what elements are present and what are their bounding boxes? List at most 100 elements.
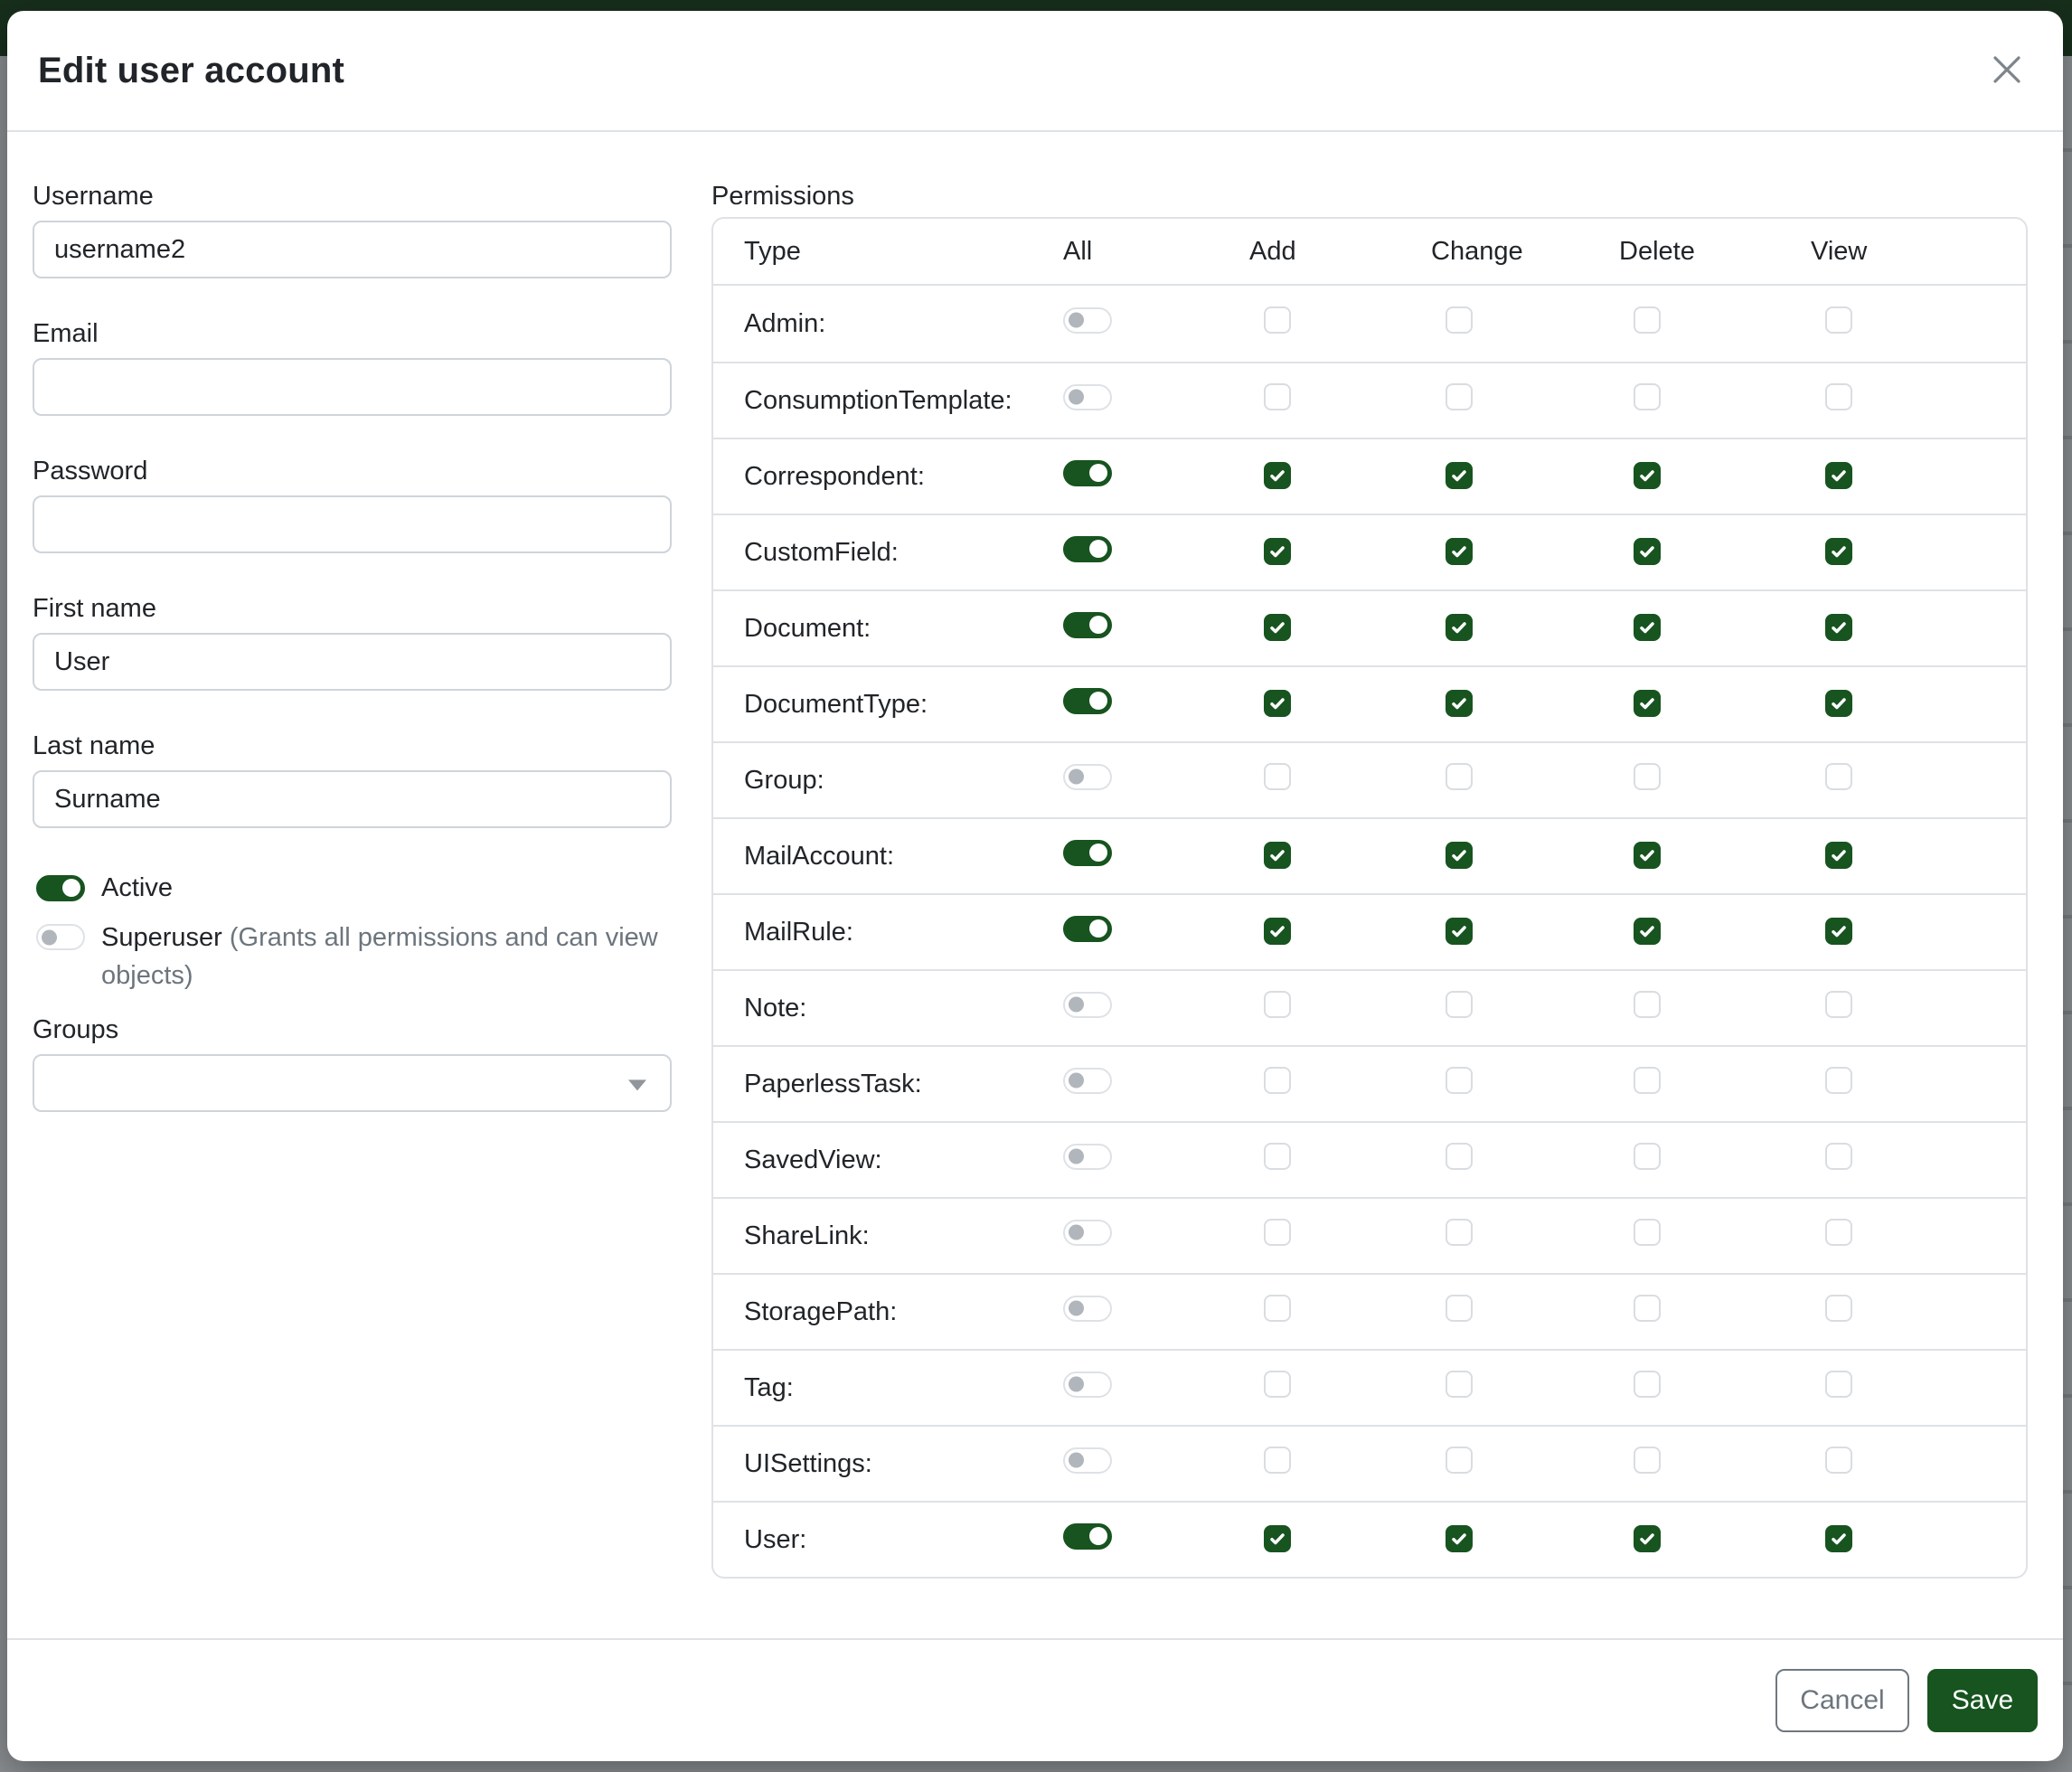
permission-all-toggle[interactable]: [1063, 1144, 1112, 1170]
permission-change-checkbox[interactable]: [1446, 1525, 1473, 1552]
permission-view-checkbox[interactable]: [1825, 1295, 1852, 1322]
permission-view-checkbox[interactable]: [1825, 1143, 1852, 1170]
permission-change-checkbox[interactable]: [1446, 763, 1473, 790]
permission-add-checkbox[interactable]: [1264, 462, 1291, 489]
col-header-change: Change: [1431, 237, 1619, 267]
permission-change-checkbox[interactable]: [1446, 538, 1473, 565]
permission-view-checkbox[interactable]: [1825, 306, 1852, 334]
permission-view-checkbox[interactable]: [1825, 842, 1852, 869]
permission-change-checkbox[interactable]: [1446, 690, 1473, 717]
save-button[interactable]: Save: [1927, 1669, 2038, 1732]
permission-delete-checkbox[interactable]: [1634, 1525, 1661, 1552]
permission-delete-checkbox[interactable]: [1634, 1371, 1661, 1398]
permission-view-checkbox[interactable]: [1825, 991, 1852, 1018]
permission-view-checkbox[interactable]: [1825, 1067, 1852, 1094]
permission-all-toggle[interactable]: [1063, 1447, 1112, 1474]
permission-add-checkbox[interactable]: [1264, 763, 1291, 790]
check-icon: [1450, 618, 1468, 636]
permission-delete-checkbox[interactable]: [1634, 918, 1661, 945]
permission-delete-checkbox[interactable]: [1634, 1143, 1661, 1170]
permission-delete-checkbox[interactable]: [1634, 842, 1661, 869]
permission-change-checkbox[interactable]: [1446, 614, 1473, 641]
permission-all-toggle[interactable]: [1063, 1068, 1112, 1094]
permission-add-checkbox[interactable]: [1264, 614, 1291, 641]
permission-change-checkbox[interactable]: [1446, 462, 1473, 489]
permission-change-checkbox[interactable]: [1446, 1295, 1473, 1322]
permission-all-toggle[interactable]: [1063, 840, 1112, 866]
email-input[interactable]: [33, 358, 672, 416]
last-name-input[interactable]: [33, 770, 672, 828]
permission-add-checkbox[interactable]: [1264, 538, 1291, 565]
permission-view-checkbox[interactable]: [1825, 690, 1852, 717]
permission-add-checkbox[interactable]: [1264, 991, 1291, 1018]
permission-delete-checkbox[interactable]: [1634, 991, 1661, 1018]
close-button[interactable]: [1985, 49, 2029, 92]
permission-view-checkbox[interactable]: [1825, 1447, 1852, 1474]
permission-delete-checkbox[interactable]: [1634, 763, 1661, 790]
permission-change-checkbox[interactable]: [1446, 1447, 1473, 1474]
permission-change-checkbox[interactable]: [1446, 1143, 1473, 1170]
permission-change-checkbox[interactable]: [1446, 383, 1473, 410]
permission-view-checkbox[interactable]: [1825, 614, 1852, 641]
permission-view-checkbox[interactable]: [1825, 538, 1852, 565]
permission-add-checkbox[interactable]: [1264, 918, 1291, 945]
permission-change-checkbox[interactable]: [1446, 1067, 1473, 1094]
password-input[interactable]: [33, 495, 672, 553]
permission-all-toggle[interactable]: [1063, 307, 1112, 334]
permission-add-checkbox[interactable]: [1264, 1447, 1291, 1474]
permission-delete-checkbox[interactable]: [1634, 614, 1661, 641]
permission-delete-checkbox[interactable]: [1634, 690, 1661, 717]
permission-add-checkbox[interactable]: [1264, 690, 1291, 717]
permission-all-toggle[interactable]: [1063, 916, 1112, 942]
permission-row: ShareLink:: [713, 1197, 2026, 1273]
permission-add-checkbox[interactable]: [1264, 1295, 1291, 1322]
permission-view-checkbox[interactable]: [1825, 1371, 1852, 1398]
permission-all-toggle[interactable]: [1063, 688, 1112, 714]
first-name-input[interactable]: [33, 633, 672, 691]
permission-delete-checkbox[interactable]: [1634, 306, 1661, 334]
permission-change-checkbox[interactable]: [1446, 306, 1473, 334]
permission-change-checkbox[interactable]: [1446, 991, 1473, 1018]
permission-all-toggle[interactable]: [1063, 992, 1112, 1018]
cancel-button[interactable]: Cancel: [1775, 1669, 1909, 1732]
permission-add-checkbox[interactable]: [1264, 1219, 1291, 1246]
permission-add-checkbox[interactable]: [1264, 842, 1291, 869]
superuser-toggle[interactable]: [36, 924, 85, 950]
permission-add-checkbox[interactable]: [1264, 1067, 1291, 1094]
permission-all-toggle[interactable]: [1063, 612, 1112, 638]
permission-all-toggle[interactable]: [1063, 764, 1112, 790]
permission-all-toggle[interactable]: [1063, 1296, 1112, 1322]
permission-all-toggle[interactable]: [1063, 1371, 1112, 1398]
permission-delete-checkbox[interactable]: [1634, 462, 1661, 489]
permission-view-checkbox[interactable]: [1825, 462, 1852, 489]
permission-view-checkbox[interactable]: [1825, 1525, 1852, 1552]
permission-view-checkbox[interactable]: [1825, 918, 1852, 945]
permission-delete-checkbox[interactable]: [1634, 1447, 1661, 1474]
permission-change-checkbox[interactable]: [1446, 842, 1473, 869]
permission-all-toggle[interactable]: [1063, 536, 1112, 562]
permission-add-checkbox[interactable]: [1264, 1525, 1291, 1552]
permission-view-checkbox[interactable]: [1825, 383, 1852, 410]
username-input[interactable]: [33, 221, 672, 278]
permission-delete-checkbox[interactable]: [1634, 383, 1661, 410]
permission-delete-checkbox[interactable]: [1634, 538, 1661, 565]
permission-all-toggle[interactable]: [1063, 1523, 1112, 1550]
permission-all-toggle[interactable]: [1063, 1220, 1112, 1246]
permission-change-checkbox[interactable]: [1446, 1219, 1473, 1246]
permission-delete-checkbox[interactable]: [1634, 1067, 1661, 1094]
permission-add-checkbox[interactable]: [1264, 306, 1291, 334]
permission-view-checkbox[interactable]: [1825, 763, 1852, 790]
active-toggle[interactable]: [36, 875, 85, 901]
permission-delete-checkbox[interactable]: [1634, 1295, 1661, 1322]
permission-change-checkbox[interactable]: [1446, 918, 1473, 945]
permission-all-toggle[interactable]: [1063, 460, 1112, 486]
permission-all-toggle[interactable]: [1063, 384, 1112, 410]
groups-select[interactable]: [33, 1054, 672, 1112]
permission-view-checkbox[interactable]: [1825, 1219, 1852, 1246]
permission-add-checkbox[interactable]: [1264, 383, 1291, 410]
permission-delete-checkbox[interactable]: [1634, 1219, 1661, 1246]
permission-add-checkbox[interactable]: [1264, 1371, 1291, 1398]
permission-change-checkbox[interactable]: [1446, 1371, 1473, 1398]
check-icon: [1638, 846, 1656, 864]
permission-add-checkbox[interactable]: [1264, 1143, 1291, 1170]
